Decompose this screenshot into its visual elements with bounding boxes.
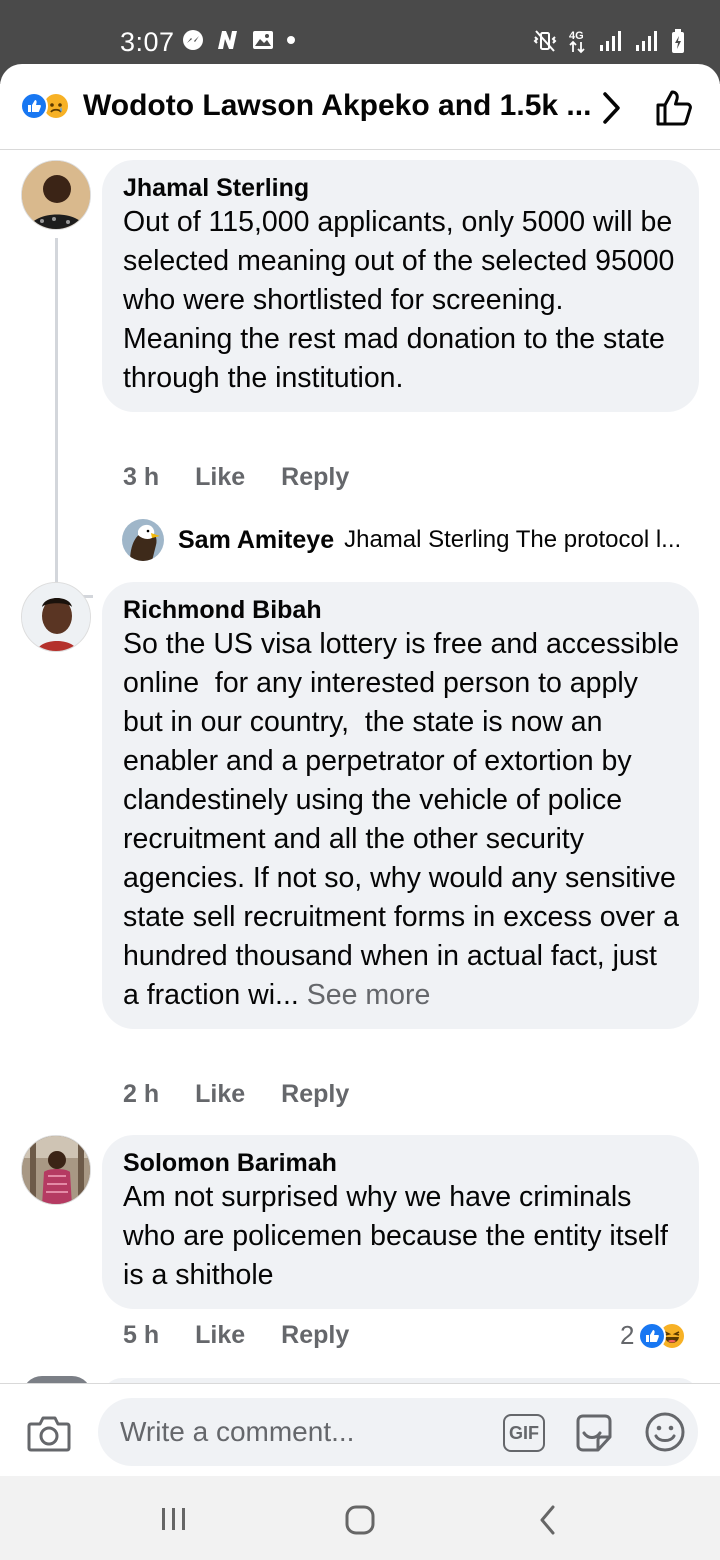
comment-actions: 3 h Like Reply	[123, 463, 349, 492]
like-button[interactable]: Like	[195, 1080, 245, 1109]
camera-icon[interactable]	[27, 1414, 71, 1452]
comment-bubble[interactable]: Richmond Bibah So the US visa lottery is…	[102, 582, 699, 1029]
n-app-icon	[218, 31, 237, 49]
4g-icon: 4G	[569, 30, 585, 54]
reply-author[interactable]: Sam Amiteye	[178, 526, 334, 555]
comment-bubble[interactable]: Solomon Barimah Am not surprised why we …	[102, 1135, 699, 1309]
comment-time[interactable]: 2 h	[123, 1080, 159, 1109]
battery-icon	[672, 29, 684, 53]
signal-icon	[600, 31, 621, 51]
see-more-link[interactable]: See more	[307, 979, 431, 1011]
comment-author[interactable]: Jhamal Sterling	[123, 173, 679, 203]
like-reaction-icon	[20, 92, 48, 120]
comment-time[interactable]: 5 h	[123, 1321, 159, 1350]
comment-text: Am not surprised why we have criminals w…	[123, 1181, 676, 1291]
like-reaction-icon	[638, 1321, 667, 1350]
comment-actions: 5 h Like Reply	[123, 1321, 349, 1350]
comment-composer: GIF	[0, 1383, 720, 1477]
comments-sheet: Wodoto Lawson Akpeko and 1.5k ... Jhamal…	[0, 64, 720, 1560]
home-icon[interactable]	[344, 1504, 376, 1536]
reply-button[interactable]: Reply	[281, 463, 349, 492]
signal-icon	[636, 31, 657, 51]
reply-thread-line	[55, 238, 93, 598]
header-reactions	[20, 92, 80, 122]
status-left-icons	[182, 29, 296, 51]
gallery-icon	[253, 31, 273, 49]
dot-icon	[287, 36, 295, 44]
emoji-icon[interactable]	[644, 1411, 686, 1453]
comment-text: Out of 115,000 applicants, only 5000 wil…	[123, 206, 683, 394]
header-title[interactable]: Wodoto Lawson Akpeko and 1.5k ...	[83, 89, 591, 123]
thumbs-up-icon[interactable]	[654, 88, 694, 128]
android-nav-bar	[0, 1476, 720, 1560]
comment-text: So the US visa lottery is free and acces…	[123, 625, 679, 1015]
comment-reactions[interactable]: 2	[620, 1320, 687, 1351]
chevron-right-icon[interactable]	[600, 90, 624, 126]
svg-text:4G: 4G	[569, 30, 584, 42]
status-right-icons: 4G	[532, 28, 686, 54]
reply-preview[interactable]: Sam Amiteye Jhamal Sterling The protocol…	[122, 518, 702, 562]
like-button[interactable]: Like	[195, 1321, 245, 1350]
comment-time[interactable]: 3 h	[123, 463, 159, 492]
comment-author[interactable]: Richmond Bibah	[123, 595, 679, 625]
reactions-header[interactable]: Wodoto Lawson Akpeko and 1.5k ...	[0, 64, 720, 150]
status-time: 3:07	[120, 27, 175, 57]
comment-author[interactable]: Solomon Barimah	[123, 1148, 679, 1178]
messenger-icon	[183, 30, 203, 50]
avatar[interactable]	[21, 160, 91, 230]
reply-text: Jhamal Sterling The protocol l...	[344, 526, 682, 553]
avatar[interactable]	[21, 1135, 91, 1205]
reply-button[interactable]: Reply	[281, 1080, 349, 1109]
recent-apps-icon[interactable]	[160, 1506, 188, 1532]
comment-actions: 2 h Like Reply	[123, 1080, 349, 1109]
avatar[interactable]	[21, 582, 91, 652]
comment-text-body: So the US visa lottery is free and acces…	[123, 628, 687, 1011]
sticker-icon[interactable]	[572, 1411, 616, 1455]
back-icon[interactable]	[538, 1504, 558, 1536]
reaction-count: 2	[620, 1320, 635, 1350]
gif-button[interactable]: GIF	[503, 1414, 545, 1452]
like-button[interactable]: Like	[195, 463, 245, 492]
mute-vibrate-icon	[533, 30, 557, 52]
avatar[interactable]	[122, 519, 164, 561]
comment-bubble[interactable]: Jhamal Sterling Out of 115,000 applicant…	[102, 160, 699, 412]
reply-button[interactable]: Reply	[281, 1321, 349, 1350]
